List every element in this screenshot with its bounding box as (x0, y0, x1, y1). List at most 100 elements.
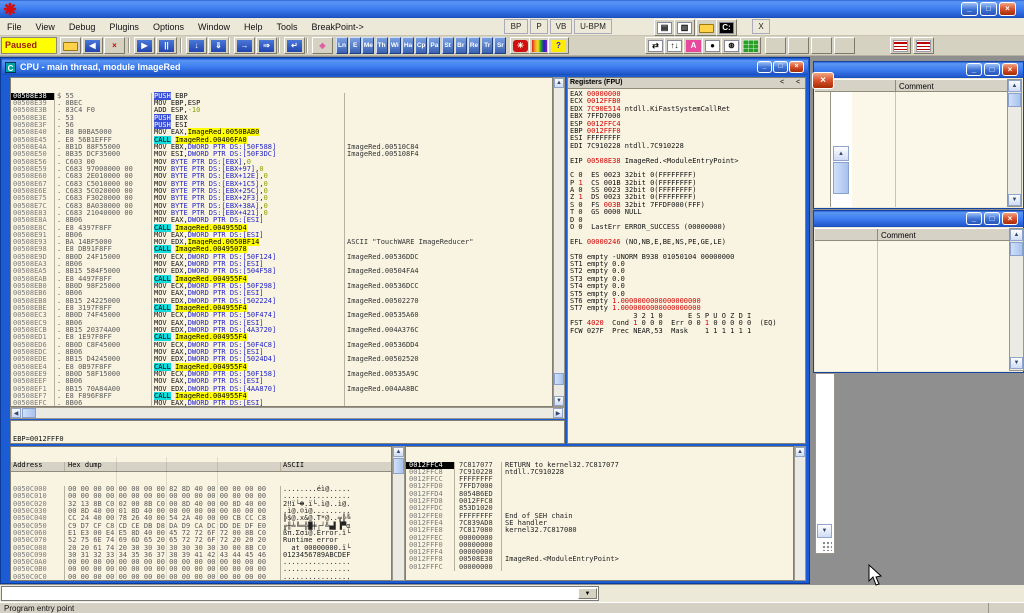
scroll-up-icon[interactable]: ▲ (393, 447, 404, 457)
pane-button-wi[interactable]: Wi (389, 37, 401, 54)
rainbow-icon[interactable] (529, 37, 550, 54)
run-to-return-icon[interactable]: ↵ (284, 37, 305, 54)
chevron-down-icon[interactable]: ▼ (578, 588, 597, 599)
bgwin-top-minimize-button[interactable]: _ (966, 63, 982, 76)
pane-button-tr[interactable]: Tr (481, 37, 493, 54)
command-input[interactable] (3, 588, 579, 599)
scroll-up-icon[interactable]: ▲ (795, 447, 805, 457)
stack-row[interactable]: 0012FFFC00000000 (406, 564, 793, 571)
empty-button[interactable] (834, 37, 855, 54)
pane-button-st[interactable]: St (442, 37, 454, 54)
empty-button[interactable] (811, 37, 832, 54)
bgwin-top-restore-button[interactable]: □ (984, 63, 1000, 76)
letter-a-icon[interactable]: A (683, 37, 704, 54)
scroll-up-icon[interactable]: ▲ (1010, 229, 1023, 241)
register-line[interactable]: FCW 027F Prec NEAR,53 Mask 1 1 1 1 1 1 (568, 328, 805, 335)
empty-button[interactable] (765, 37, 786, 54)
register-line[interactable]: T 0 GS 0000 NULL (568, 209, 805, 216)
disasm-row[interactable]: 00508EC3. 8B0D 74F45000MOV ECX,DWORD PTR… (11, 312, 552, 319)
rose-icon[interactable]: ⊛ (721, 37, 742, 54)
pane-button-pa[interactable]: Pa (428, 37, 440, 54)
scroll-thumb[interactable] (1010, 242, 1023, 256)
bgwin-mid-minimize-button[interactable]: _ (966, 212, 982, 225)
disasm-hscrollbar[interactable] (10, 407, 565, 419)
cpu-titlebar[interactable]: C CPU - main thread, module ImageRed (2, 59, 808, 75)
restore-button[interactable]: □ (980, 2, 997, 16)
dot-icon[interactable]: ● (702, 37, 723, 54)
pane-button-re[interactable]: Re (468, 37, 480, 54)
go-to-icon[interactable]: ◆ (312, 37, 333, 54)
disasm-row[interactable]: 00508EE9. 8B0D 58F15000MOV ECX,DWORD PTR… (11, 371, 552, 378)
pane-button-e[interactable]: E (349, 37, 361, 54)
registers-collapse-icon[interactable]: < (796, 79, 800, 86)
hidden-window-close-button[interactable]: × (812, 72, 834, 89)
pane-button-br[interactable]: Br (455, 37, 467, 54)
disasm-pane[interactable]: 00508E38$ 55PUSH EBP00508E39. 8BECMOV EB… (10, 77, 553, 407)
scroll-down-icon[interactable]: ▼ (1008, 194, 1021, 206)
disasm-row[interactable]: 00508EB0. 8B0D 98F25000MOV ECX,DWORD PTR… (11, 283, 552, 290)
scroll-right-icon[interactable]: ▶ (553, 408, 563, 418)
stack-pane[interactable]: 0012FFC47C817077RETURN to kernel32.7C817… (405, 446, 794, 581)
cpu-minimize-button[interactable]: _ (757, 61, 772, 73)
scroll-up-icon[interactable]: ▲ (1008, 80, 1021, 92)
gear-icon[interactable]: ✳ (510, 37, 531, 54)
resize-grip[interactable] (822, 541, 832, 551)
registers-pane[interactable]: Registers (FPU) < < EAX 00000000ECX 0012… (567, 77, 806, 444)
copy-page-icon[interactable]: ▤ (654, 19, 675, 36)
restart-icon[interactable]: ◀ (82, 37, 103, 54)
scroll-thumb[interactable] (554, 373, 564, 385)
register-line[interactable]: EDI 7C910228 ntdll.7C910228 (568, 143, 805, 150)
pane-button-sr[interactable]: Sr (494, 37, 506, 54)
register-line[interactable]: EIP 00508E38 ImageRed.<ModuleEntryPoint> (568, 158, 805, 165)
log-list-icon[interactable] (890, 37, 911, 54)
register-line[interactable]: EFL 00000246 (NO,NB,E,BE,NS,PE,GE,LE) (568, 239, 805, 246)
scroll-up-icon[interactable]: ▲ (554, 78, 564, 88)
command-combobox[interactable]: ▼ (1, 586, 599, 601)
disasm-row[interactable]: 00508E9D. 8B0D 24F15000MOV ECX,DWORD PTR… (11, 254, 552, 261)
cpu-restore-button[interactable]: □ (773, 61, 788, 73)
bgwin-mid-close-button[interactable]: × (1002, 212, 1018, 225)
step-over-icon[interactable]: → (234, 37, 255, 54)
menu-button-p[interactable]: P (530, 19, 548, 34)
empty-button[interactable] (788, 37, 809, 54)
pane-button-me[interactable]: Me (362, 37, 374, 54)
step-into-icon[interactable]: ↓ (186, 37, 207, 54)
disasm-row[interactable]: 00508E83. C683 21040000 00MOV BYTE PTR D… (11, 210, 552, 217)
register-line[interactable]: O 0 LastErr ERROR_SUCCESS (00000000) (568, 224, 805, 231)
pane-button-th[interactable]: Th (376, 37, 388, 54)
scroll-thumb[interactable] (393, 458, 404, 474)
disasm-row[interactable]: 00508E3E. 53PUSH EBX (11, 115, 552, 122)
close-program-icon[interactable]: × (104, 37, 125, 54)
disasm-row[interactable]: 00508E38$ 55PUSH EBP (11, 93, 552, 100)
disasm-row[interactable]: 00508E8C. E8 4397F8FFCALL ImageRed.00495… (11, 225, 552, 232)
cpu-close-button[interactable]: × (789, 61, 804, 73)
pane-button-cp[interactable]: Cp (415, 37, 427, 54)
arrows-updown-icon[interactable]: ↑↓ (664, 37, 685, 54)
scroll-down-icon[interactable]: ▼ (1010, 357, 1023, 369)
menu-button-vb[interactable]: VB (550, 19, 572, 34)
dump-pane[interactable]: Address Hex dump ASCII 0050C00000 00 00 … (10, 446, 392, 581)
bgwin-top-close-button[interactable]: × (1002, 63, 1018, 76)
child-close-button[interactable]: X (752, 19, 770, 34)
pause-icon[interactable]: || (156, 37, 177, 54)
stack-vscrollbar[interactable] (794, 446, 806, 581)
grid-icon[interactable] (740, 37, 761, 54)
run-icon[interactable]: ▶ (134, 37, 155, 54)
console-icon[interactable]: C: (716, 19, 737, 36)
bgwin-mid-restore-button[interactable]: □ (984, 212, 1000, 225)
disasm-row[interactable]: 00508EF7. E8 F896F8FFCALL ImageRed.00495… (11, 393, 552, 400)
scroll-thumb[interactable] (1008, 93, 1021, 107)
minimize-button[interactable]: _ (961, 2, 978, 16)
menu-button-bp[interactable]: BP (504, 19, 528, 34)
menu-button-u-bpm[interactable]: U-BPM (574, 19, 612, 34)
disasm-row[interactable]: 00508EFC. 8B06MOV EAX,DWORD PTR DS:[ESI] (11, 400, 552, 407)
help-icon[interactable]: ? (548, 37, 569, 54)
scroll-down-icon[interactable]: ▼ (817, 524, 832, 538)
swap-arrows-icon[interactable]: ⇄ (645, 37, 666, 54)
open-folder-icon[interactable] (696, 19, 717, 36)
disasm-row[interactable]: 00508E3B. 83C4 F0ADD ESP,-10 (11, 107, 552, 114)
script-list-icon[interactable] (913, 37, 934, 54)
pane-button-ln[interactable]: Ln (336, 37, 348, 54)
scroll-thumb[interactable] (833, 162, 849, 194)
animate-into-icon[interactable]: ⇓ (208, 37, 229, 54)
